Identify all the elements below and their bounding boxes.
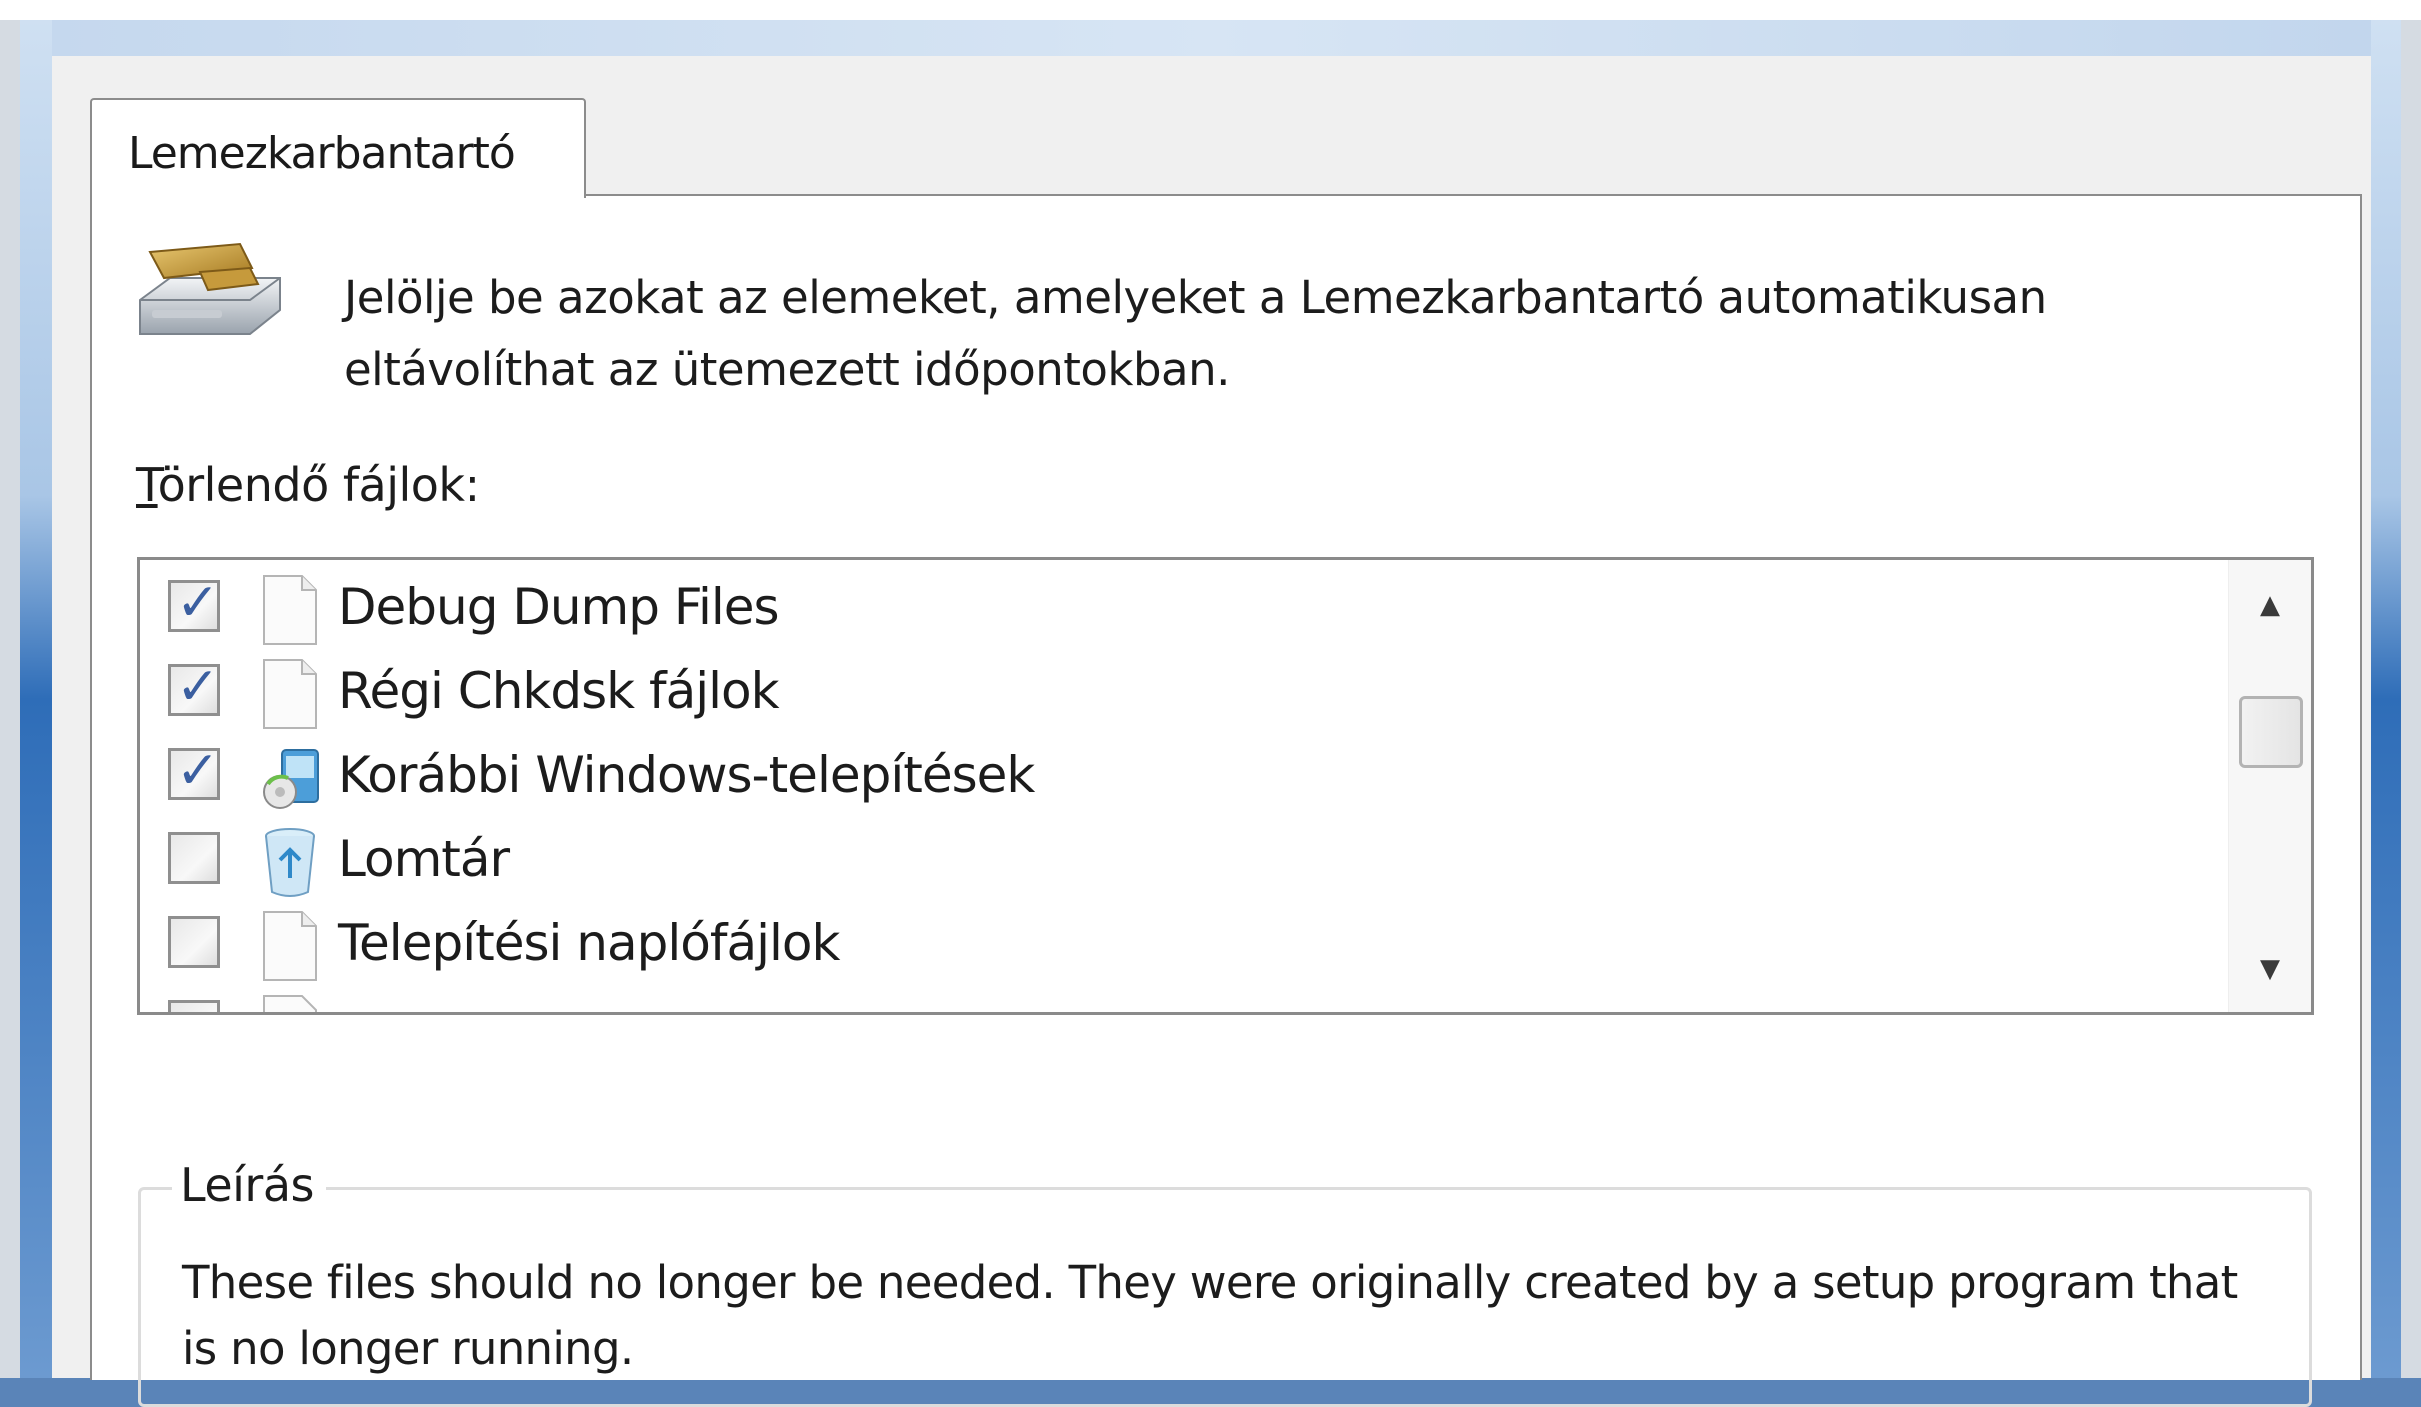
list-item-partial[interactable]	[140, 986, 2200, 1012]
list-item[interactable]: Telepítési naplófájlok	[140, 902, 2200, 982]
files-label-accesskey: T	[136, 458, 158, 512]
glass-right-edge	[2371, 20, 2401, 1378]
list-scrollbar[interactable]: ▲ ▼	[2228, 560, 2311, 1012]
scrollbar-thumb[interactable]	[2239, 696, 2303, 768]
checkmark-icon: ✓	[176, 657, 220, 717]
checkbox[interactable]	[168, 1000, 220, 1012]
list-item-label: Lomtár	[338, 830, 510, 888]
list-item-label: Telepítési naplófájlok	[338, 914, 840, 972]
list-item[interactable]: ✓ Korábbi Windows-telepítések	[140, 734, 2200, 814]
checkmark-icon: ✓	[176, 573, 220, 633]
instruction-line-1: Jelölje be azokat az elemeket, amelyeket…	[344, 271, 2047, 324]
list-item[interactable]: ✓ Debug Dump Files	[140, 566, 2200, 646]
glass-top-edge	[52, 20, 2371, 56]
blank-file-icon	[263, 659, 317, 729]
list-item-label: Korábbi Windows-telepítések	[338, 746, 1035, 804]
tab-label: Lemezkarbantartó	[128, 128, 516, 179]
instruction-text: Jelölje be azokat az elemeket, amelyeket…	[344, 262, 2244, 406]
blank-file-icon	[263, 911, 317, 981]
window-left-border	[0, 20, 20, 1378]
tab-lemezkarbantarto[interactable]: Lemezkarbantartó	[90, 98, 586, 198]
checkbox[interactable]: ✓	[168, 573, 220, 633]
list-item[interactable]: Lomtár	[140, 818, 2200, 898]
checkbox[interactable]	[168, 916, 220, 968]
glass-left-edge	[20, 20, 52, 1378]
checkmark-icon: ✓	[176, 741, 220, 801]
window-top-border	[0, 0, 2421, 20]
instruction-line-2: eltávolíthat az ütemezett időpontokban.	[344, 343, 1230, 396]
files-label-text: örlendő fájlok:	[157, 458, 480, 512]
disk-cleanup-icon	[139, 242, 281, 335]
blank-file-icon	[263, 995, 317, 1012]
windows-setup-icon	[263, 749, 319, 809]
list-item-label: Régi Chkdsk fájlok	[338, 662, 780, 720]
list-item[interactable]: ✓ Régi Chkdsk fájlok	[140, 650, 2200, 730]
recycle-bin-icon	[265, 828, 315, 897]
checkbox[interactable]: ✓	[168, 741, 220, 801]
list-item-label: Debug Dump Files	[338, 578, 780, 636]
checkbox[interactable]	[168, 832, 220, 884]
description-title: Leírás	[172, 1158, 326, 1212]
scroll-down-arrow-icon[interactable]: ▼	[2247, 954, 2293, 984]
scroll-up-arrow-icon[interactable]: ▲	[2247, 590, 2293, 620]
files-to-delete-label: Törlendő fájlok:	[136, 458, 480, 512]
window-right-border	[2401, 20, 2421, 1378]
blank-file-icon	[263, 575, 317, 645]
files-listbox[interactable]: ✓ Debug Dump Files ✓ Régi Chkdsk fájlok …	[137, 557, 2314, 1015]
description-text: These files should no longer be needed. …	[182, 1256, 2238, 1375]
checkbox[interactable]: ✓	[168, 657, 220, 717]
